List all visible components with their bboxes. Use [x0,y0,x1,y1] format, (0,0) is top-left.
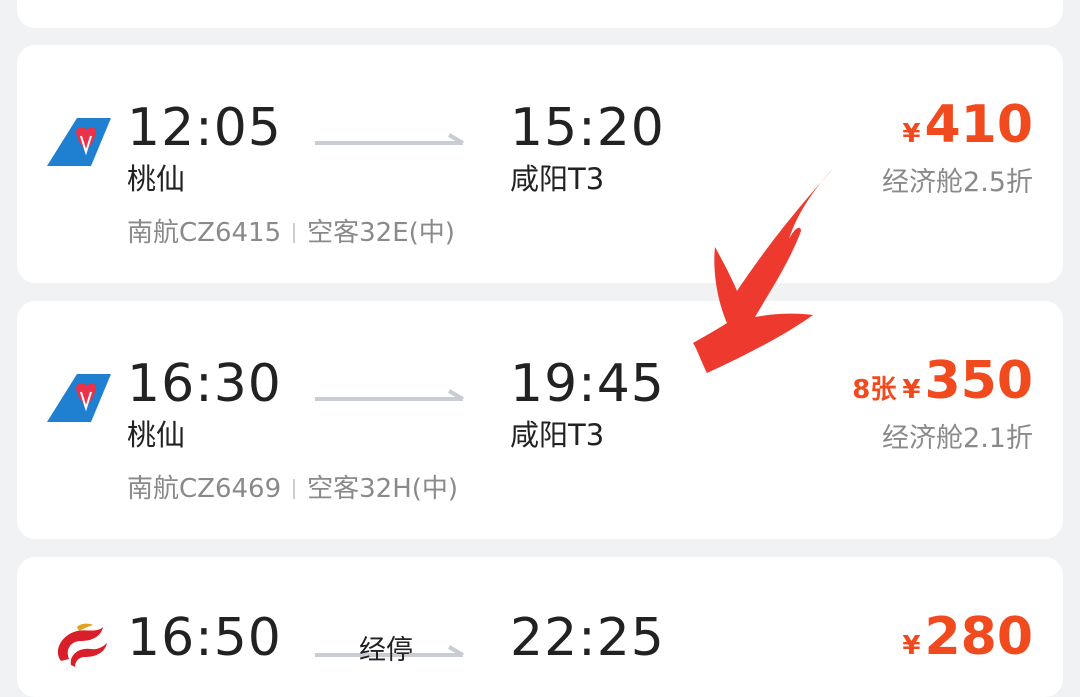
price: ¥410 [902,99,1033,151]
arrival-time: 22:25 [510,608,665,668]
arrival-time: 15:20 [510,98,665,158]
flight-card[interactable]: 16:50 经停 22:25 ¥280 [17,557,1063,697]
divider [293,223,296,243]
aircraft-type: 空客32E(中) [307,218,455,248]
currency-symbol: ¥ [902,375,921,405]
arrival-time: 19:45 [510,354,665,414]
departure-time: 12:05 [127,98,282,158]
currency-symbol: ¥ [902,119,921,149]
annotation-arrow-icon [693,169,833,373]
flight-number: 南航CZ6469 [127,474,282,504]
stopover-label: 经停 [359,635,413,666]
cabin-discount: 经济舱2.5折 [882,167,1033,198]
flight-direction-arrow-icon [315,133,464,145]
flight-number: 南航CZ6415 [127,218,282,248]
flight-card-partial[interactable] [17,0,1063,28]
price-amount: 280 [924,607,1033,667]
price: 8张 ¥350 [852,355,1033,407]
tickets-left: 8张 [852,375,897,405]
flight-direction-arrow-icon [315,389,464,401]
currency-symbol: ¥ [902,631,921,661]
price-amount: 350 [924,351,1033,411]
arrival-airport: 咸阳T3 [510,418,605,452]
departure-time: 16:30 [127,354,282,414]
flight-meta: 南航CZ6415 空客32E(中) [127,220,455,246]
china-southern-logo-icon [47,118,111,166]
departure-time: 16:50 [127,608,282,668]
departure-airport: 桃仙 [127,418,186,452]
divider [293,479,296,499]
price-amount: 410 [924,95,1033,155]
flight-card[interactable]: 12:05 桃仙 15:20 咸阳T3 南航CZ6415 空客32E(中) ¥41… [17,45,1063,283]
departure-airport: 桃仙 [127,162,186,196]
aircraft-type: 空客32H(中) [307,474,459,504]
cabin-discount: 经济舱2.1折 [882,423,1033,454]
flight-meta: 南航CZ6469 空客32H(中) [127,476,458,502]
flight-card[interactable]: 16:30 桃仙 19:45 咸阳T3 南航CZ6469 空客32H(中) 8张 ¥… [17,301,1063,539]
hainan-airlines-logo-icon [57,623,107,667]
arrival-airport: 咸阳T3 [510,162,605,196]
price: ¥280 [902,611,1033,663]
china-southern-logo-icon [47,374,111,422]
